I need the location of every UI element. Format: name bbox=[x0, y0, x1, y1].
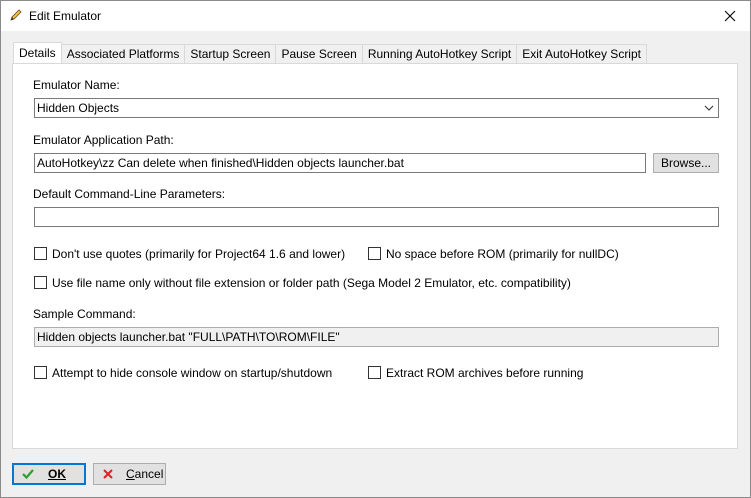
tab-strip: Details Associated Platforms Startup Scr… bbox=[13, 42, 647, 64]
close-button[interactable] bbox=[710, 1, 750, 31]
tab-details[interactable]: Details bbox=[13, 42, 62, 63]
ok-button[interactable]: OK bbox=[12, 463, 86, 485]
tab-exit-autohotkey-script[interactable]: Exit AutoHotkey Script bbox=[516, 44, 647, 63]
filename-only-label[interactable]: Use file name only without file extensio… bbox=[52, 276, 571, 290]
sample-command-value: Hidden objects launcher.bat "FULL\PATH\T… bbox=[37, 330, 340, 344]
no-space-checkbox[interactable] bbox=[368, 247, 381, 260]
window-title: Edit Emulator bbox=[29, 9, 102, 23]
tab-associated-platforms[interactable]: Associated Platforms bbox=[60, 44, 186, 63]
browse-button[interactable]: Browse... bbox=[653, 153, 719, 173]
filename-only-checkbox[interactable] bbox=[34, 276, 47, 289]
app-path-label: Emulator Application Path: bbox=[33, 133, 174, 147]
tab-pause-screen[interactable]: Pause Screen bbox=[275, 44, 363, 63]
hide-console-label[interactable]: Attempt to hide console window on startu… bbox=[52, 366, 332, 380]
cancel-label: Cancel bbox=[126, 467, 164, 481]
ok-label: OK bbox=[48, 467, 66, 481]
no-quotes-label[interactable]: Don't use quotes (primarily for Project6… bbox=[52, 247, 345, 261]
sample-command-field: Hidden objects launcher.bat "FULL\PATH\T… bbox=[34, 327, 719, 347]
emulator-name-combobox[interactable]: Hidden Objects bbox=[34, 98, 719, 118]
chevron-down-icon bbox=[704, 105, 714, 111]
cmd-params-label: Default Command-Line Parameters: bbox=[33, 187, 226, 201]
no-quotes-checkbox[interactable] bbox=[34, 247, 47, 260]
edit-emulator-dialog: Edit Emulator Details Associated Platfor… bbox=[0, 0, 751, 498]
cancel-button[interactable]: Cancel bbox=[93, 463, 166, 485]
emulator-name-label: Emulator Name: bbox=[33, 78, 120, 92]
pencil-icon bbox=[10, 9, 22, 21]
close-icon bbox=[724, 10, 736, 22]
checkmark-icon bbox=[22, 469, 34, 480]
tab-startup-screen[interactable]: Startup Screen bbox=[184, 44, 277, 63]
details-panel: Emulator Name: Hidden Objects Emulator A… bbox=[12, 63, 738, 449]
app-path-value: AutoHotkey\zz Can delete when finished\H… bbox=[37, 156, 404, 170]
cancel-label-rest: ancel bbox=[134, 467, 164, 481]
extract-rom-label[interactable]: Extract ROM archives before running bbox=[386, 366, 583, 380]
extract-rom-checkbox[interactable] bbox=[368, 366, 381, 379]
emulator-name-value: Hidden Objects bbox=[37, 101, 120, 115]
no-space-label[interactable]: No space before ROM (primarily for nullD… bbox=[386, 247, 619, 261]
sample-command-label: Sample Command: bbox=[33, 307, 136, 321]
cancel-x-icon bbox=[103, 469, 113, 479]
title-bar: Edit Emulator bbox=[1, 1, 750, 31]
hide-console-checkbox[interactable] bbox=[34, 366, 47, 379]
cmd-params-input[interactable] bbox=[34, 207, 719, 227]
tab-running-autohotkey-script[interactable]: Running AutoHotkey Script bbox=[361, 44, 518, 63]
app-path-input[interactable]: AutoHotkey\zz Can delete when finished\H… bbox=[34, 153, 646, 173]
